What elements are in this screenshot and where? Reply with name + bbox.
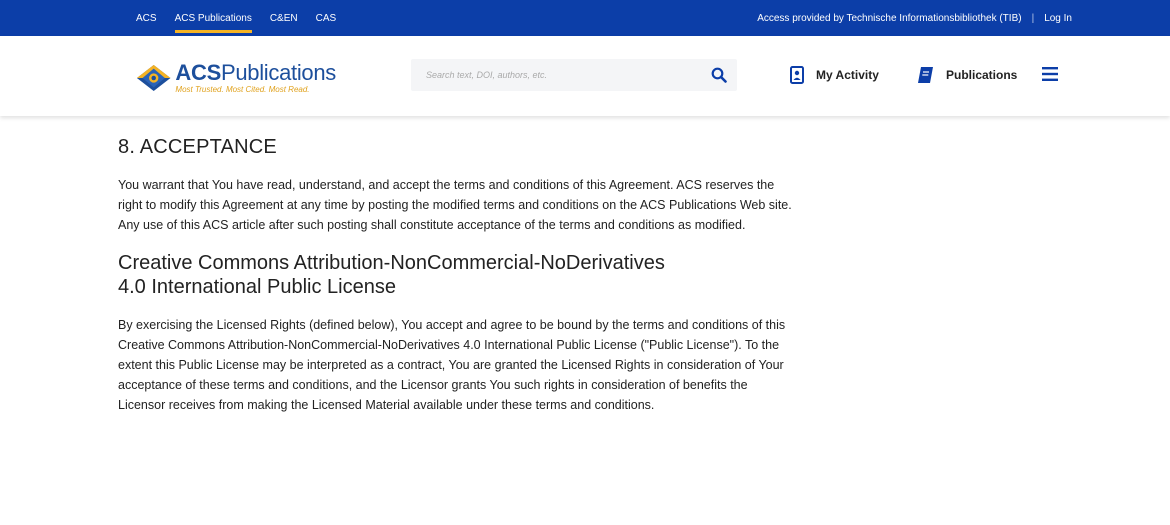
link-cen[interactable]: C&EN	[270, 0, 298, 36]
logo-tagline: Most Trusted. Most Cited. Most Read.	[175, 85, 310, 94]
hamburger-menu-icon[interactable]	[1042, 67, 1058, 81]
search-input[interactable]	[411, 69, 708, 81]
publications-label: Publications	[946, 68, 1018, 82]
network-links: ACS ACS Publications C&EN CAS	[136, 0, 354, 36]
login-link[interactable]: Log In	[1044, 13, 1072, 24]
search-icon[interactable]	[711, 67, 727, 83]
account-links: Access provided by Technische Informatio…	[757, 0, 1072, 36]
my-activity-label: My Activity	[816, 68, 879, 82]
logo-brand-bold: ACS	[175, 60, 221, 85]
search-bar	[411, 59, 737, 91]
logo-brand-light: Publications	[220, 60, 336, 85]
main-content: 8. ACCEPTANCE You warrant that You have …	[118, 128, 798, 415]
section-heading-acceptance: 8. ACCEPTANCE	[118, 136, 277, 158]
acs-publications-logo[interactable]: ACSPublications Most Trusted. Most Cited…	[136, 58, 336, 98]
acs-logo-icon	[136, 64, 171, 92]
site-header: ACSPublications Most Trusted. Most Cited…	[0, 36, 1170, 116]
my-activity-button[interactable]: My Activity	[790, 62, 879, 88]
license-heading: Creative Commons Attribution-NonCommerci…	[118, 252, 665, 298]
link-acs[interactable]: ACS	[136, 0, 157, 36]
publications-button[interactable]: Publications	[916, 62, 1017, 88]
access-provided-text: Access provided by Technische Informatio…	[757, 12, 1022, 24]
link-acs-publications[interactable]: ACS Publications	[174, 0, 253, 36]
activity-icon	[790, 66, 804, 84]
divider: |	[1031, 12, 1035, 24]
acceptance-paragraph: You warrant that You have read, understa…	[118, 178, 792, 232]
license-paragraph: By exercising the Licensed Rights (defin…	[118, 318, 786, 412]
link-cas[interactable]: CAS	[316, 0, 337, 36]
book-icon	[918, 67, 933, 83]
top-utility-bar: ACS ACS Publications C&EN CAS Access pro…	[0, 0, 1170, 36]
